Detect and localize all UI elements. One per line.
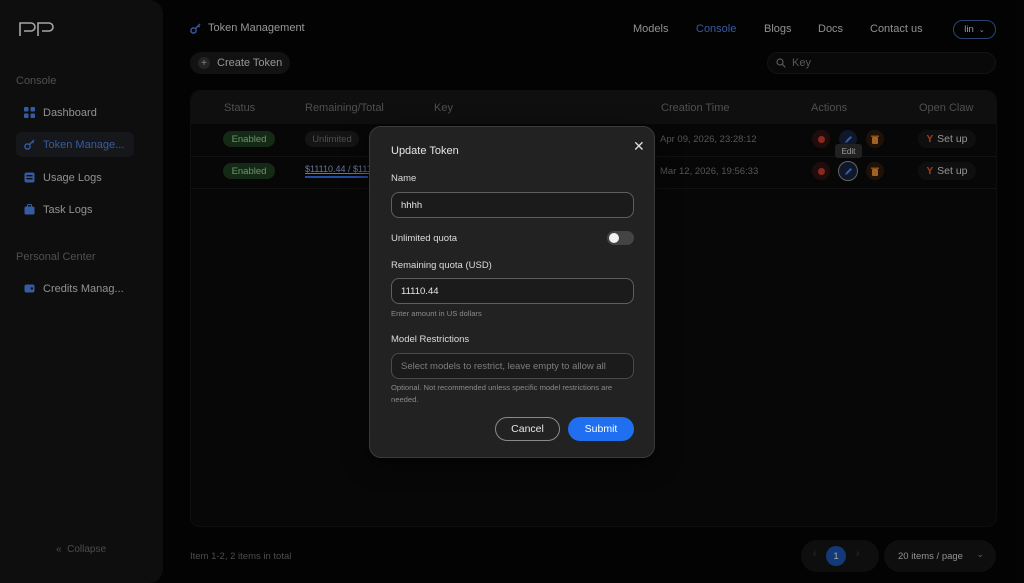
remaining-quota-value: 11110.44 [401,285,439,297]
dialog-title: Update Token [391,145,459,157]
model-restrictions-label: Model Restrictions [391,334,470,345]
close-icon[interactable]: ✕ [633,138,645,155]
remaining-quota-label: Remaining quota (USD) [391,260,492,271]
app-root: Console Dashboard Token Manage... Usage … [0,0,1024,583]
submit-button[interactable]: Submit [568,417,634,441]
toggle-knob [609,233,619,243]
model-restrictions-placeholder: Select models to restrict, leave empty t… [401,360,606,372]
model-restrictions-select[interactable]: Select models to restrict, leave empty t… [391,353,634,379]
name-field[interactable]: hhhh [391,192,634,218]
remaining-quota-field[interactable]: 11110.44 [391,278,634,304]
unlimited-quota-label: Unlimited quota [391,233,458,244]
name-value: hhhh [401,199,423,211]
unlimited-quota-toggle[interactable] [607,231,634,245]
quota-help-text: Enter amount in US dollars [391,309,482,318]
cancel-button[interactable]: Cancel [495,417,560,441]
update-token-dialog: Update Token ✕ Name hhhh Unlimited quota… [369,126,655,458]
model-restrictions-help-text: Optional. Not recommended unless specifi… [391,383,613,404]
name-label: Name [391,173,417,184]
